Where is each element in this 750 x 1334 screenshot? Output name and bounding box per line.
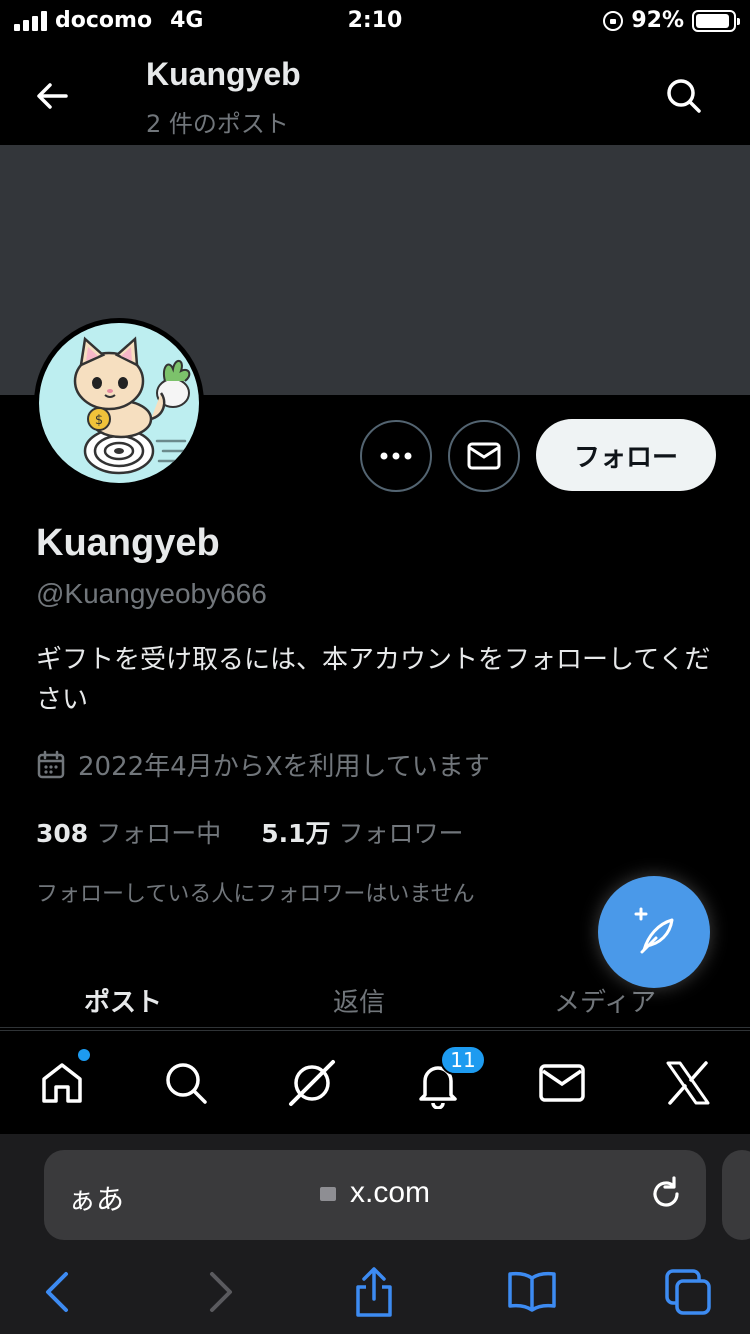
share-button[interactable] bbox=[346, 1264, 402, 1320]
browser-back-button[interactable] bbox=[30, 1264, 86, 1320]
avatar[interactable]: $ bbox=[34, 318, 204, 488]
orientation-lock-icon bbox=[603, 10, 624, 31]
nav-notifications[interactable]: 11 bbox=[408, 1045, 486, 1113]
mail-icon bbox=[467, 442, 501, 470]
joined-date: 2022年4月からXを利用しています bbox=[36, 746, 490, 783]
battery-percent: 92% bbox=[631, 8, 684, 33]
reload-icon bbox=[653, 1176, 679, 1207]
follow-button[interactable]: フォロー bbox=[536, 419, 716, 491]
home-icon bbox=[42, 1063, 82, 1103]
joined-label: 2022年4月からXを利用しています bbox=[78, 752, 490, 782]
bookmarks-button[interactable] bbox=[504, 1264, 560, 1320]
address-bar[interactable]: ぁあ x.com bbox=[44, 1150, 706, 1240]
search-icon bbox=[667, 79, 701, 113]
follow-stats: 308 フォロー中 5.1万 フォロワー bbox=[36, 814, 464, 850]
message-button[interactable] bbox=[448, 420, 520, 492]
profile-bio: ギフトを受け取るには、本アカウントをフォローしてください bbox=[36, 645, 711, 715]
browser-toolbar: ぁあ x.com bbox=[0, 1134, 750, 1334]
nav-search[interactable] bbox=[156, 1053, 216, 1113]
lock-icon bbox=[319, 1187, 336, 1201]
profile-handle: @Kuangyeoby666 bbox=[36, 578, 267, 609]
share-icon bbox=[356, 1267, 392, 1317]
header-post-count: 2 件のポスト bbox=[146, 110, 289, 138]
header-title: Kuangyeb bbox=[146, 56, 301, 92]
home-unread-dot bbox=[78, 1049, 90, 1061]
nav-messages[interactable] bbox=[532, 1053, 592, 1113]
calendar-icon bbox=[37, 750, 65, 778]
followers-label: フォロワー bbox=[338, 819, 464, 848]
compose-post-button[interactable] bbox=[598, 876, 710, 988]
tabs-icon bbox=[665, 1269, 711, 1315]
x-logo-icon bbox=[666, 1061, 710, 1105]
following-count: 308 bbox=[36, 819, 89, 848]
url-domain-text: x.com bbox=[349, 1176, 430, 1209]
more-horizontal-icon bbox=[380, 452, 412, 460]
nav-premium[interactable] bbox=[658, 1053, 718, 1113]
nav-grok[interactable] bbox=[282, 1053, 342, 1113]
nav-home[interactable] bbox=[32, 1049, 92, 1113]
profile-name: Kuangyeb bbox=[36, 522, 220, 564]
bottom-navigation: 11 bbox=[0, 1030, 750, 1134]
tab-posts[interactable]: ポスト bbox=[84, 982, 162, 1019]
profile-header: Kuangyeb 2 件のポスト bbox=[0, 44, 750, 144]
tab-media[interactable]: メディア bbox=[554, 982, 656, 1019]
battery-fill bbox=[696, 13, 730, 28]
following-label: フォロー中 bbox=[96, 819, 222, 848]
chevron-right-icon bbox=[210, 1272, 232, 1312]
chevron-left-icon bbox=[46, 1272, 68, 1312]
no-mutual-followers-note: フォローしている人にフォロワーはいません bbox=[36, 882, 475, 907]
followers-count: 5.1万 bbox=[261, 819, 331, 848]
back-button[interactable] bbox=[30, 74, 74, 118]
browser-forward-button[interactable] bbox=[192, 1264, 248, 1320]
next-tab-peek[interactable] bbox=[722, 1150, 750, 1240]
compose-feather-icon bbox=[634, 907, 674, 954]
svg-text:$: $ bbox=[95, 413, 103, 428]
tabs-button[interactable] bbox=[660, 1264, 716, 1320]
book-icon bbox=[508, 1271, 556, 1312]
grok-icon bbox=[289, 1060, 335, 1106]
battery-icon bbox=[692, 9, 740, 32]
cat-avatar-illustration: $ bbox=[73, 336, 191, 475]
status-right: 92% bbox=[603, 8, 740, 33]
reload-button[interactable] bbox=[646, 1174, 686, 1214]
tab-replies[interactable]: 返信 bbox=[333, 982, 385, 1019]
avatar-image: $ bbox=[39, 323, 199, 483]
followers-stat[interactable]: 5.1万 フォロワー bbox=[261, 814, 463, 850]
following-stat[interactable]: 308 フォロー中 bbox=[36, 814, 221, 850]
search-icon bbox=[166, 1063, 207, 1104]
arrow-left-icon bbox=[37, 83, 68, 109]
more-options-button[interactable] bbox=[360, 420, 432, 492]
notifications-badge: 11 bbox=[440, 1045, 486, 1075]
status-bar: docomo 4G 2:10 92% bbox=[0, 0, 750, 44]
url-display: x.com bbox=[44, 1176, 706, 1210]
header-search-button[interactable] bbox=[662, 74, 706, 118]
mail-icon bbox=[539, 1064, 585, 1102]
